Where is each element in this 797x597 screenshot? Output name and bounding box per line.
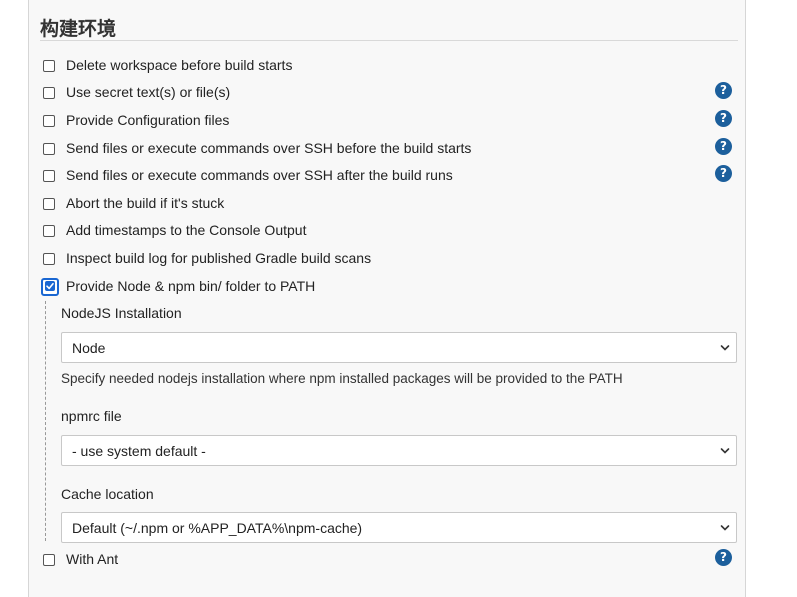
checkbox[interactable] xyxy=(43,554,55,566)
checkbox[interactable] xyxy=(43,115,55,127)
checkbox[interactable] xyxy=(43,60,55,72)
option-label: Inspect build log for published Gradle b… xyxy=(66,250,372,266)
npmrc-label: npmrc file xyxy=(61,408,122,424)
option-config-files[interactable]: Provide Configuration files ? xyxy=(29,110,747,134)
help-icon[interactable]: ? xyxy=(715,138,732,155)
checkbox[interactable] xyxy=(43,198,55,210)
option-label: Provide Node & npm bin/ folder to PATH xyxy=(66,278,316,294)
option-label: Abort the build if it's stuck xyxy=(66,195,225,211)
option-gradle-scans[interactable]: Inspect build log for published Gradle b… xyxy=(29,250,747,272)
section-title: 构建环境 xyxy=(40,19,117,40)
option-node-path[interactable]: Provide Node & npm bin/ folder to PATH xyxy=(29,278,747,300)
option-label: Send files or execute commands over SSH … xyxy=(66,140,472,156)
select-value: Node xyxy=(72,340,106,356)
option-delete-workspace[interactable]: Delete workspace before build starts xyxy=(29,57,747,79)
checkbox[interactable] xyxy=(43,253,55,265)
option-timestamps[interactable]: Add timestamps to the Console Output xyxy=(29,222,747,244)
chevron-down-icon xyxy=(720,448,730,454)
checkbox[interactable] xyxy=(43,225,55,237)
help-icon[interactable]: ? xyxy=(715,110,732,127)
build-environment-panel: 构建环境 Delete workspace before build start… xyxy=(28,0,746,597)
help-icon[interactable]: ? xyxy=(715,165,732,182)
help-icon[interactable]: ? xyxy=(715,549,732,566)
checkbox[interactable] xyxy=(43,87,55,99)
option-label: Use secret text(s) or file(s) xyxy=(66,84,231,100)
checkbox-checked[interactable] xyxy=(41,278,59,296)
nodejs-installation-description: Specify needed nodejs installation where… xyxy=(61,371,623,386)
select-value: Default (~/.npm or %APP_DATA%\npm-cache) xyxy=(72,520,363,536)
option-label: Add timestamps to the Console Output xyxy=(66,222,307,238)
npmrc-select[interactable]: - use system default - xyxy=(61,435,737,466)
option-ssh-after[interactable]: Send files or execute commands over SSH … xyxy=(29,165,747,189)
select-value: - use system default - xyxy=(72,443,206,459)
option-secret-text[interactable]: Use secret text(s) or file(s) ? xyxy=(29,82,747,106)
nodejs-installation-label: NodeJS Installation xyxy=(61,305,182,321)
option-abort-stuck[interactable]: Abort the build if it's stuck xyxy=(29,195,747,217)
nodejs-installation-select[interactable]: Node xyxy=(61,332,737,363)
option-label: Provide Configuration files xyxy=(66,112,230,128)
chevron-down-icon xyxy=(720,345,730,351)
nested-config-guide xyxy=(45,301,47,541)
checkbox[interactable] xyxy=(43,170,55,182)
chevron-down-icon xyxy=(720,525,730,531)
option-ssh-before[interactable]: Send files or execute commands over SSH … xyxy=(29,138,747,162)
cache-location-select[interactable]: Default (~/.npm or %APP_DATA%\npm-cache) xyxy=(61,512,737,543)
option-label: Send files or execute commands over SSH … xyxy=(66,167,453,183)
option-label: With Ant xyxy=(66,551,119,567)
help-icon[interactable]: ? xyxy=(715,82,732,99)
checkmark-icon xyxy=(45,281,55,291)
option-with-ant[interactable]: With Ant ? xyxy=(29,549,747,573)
cache-location-label: Cache location xyxy=(61,486,154,502)
option-label: Delete workspace before build starts xyxy=(66,57,293,73)
section-divider xyxy=(40,40,738,41)
checkbox[interactable] xyxy=(43,143,55,155)
